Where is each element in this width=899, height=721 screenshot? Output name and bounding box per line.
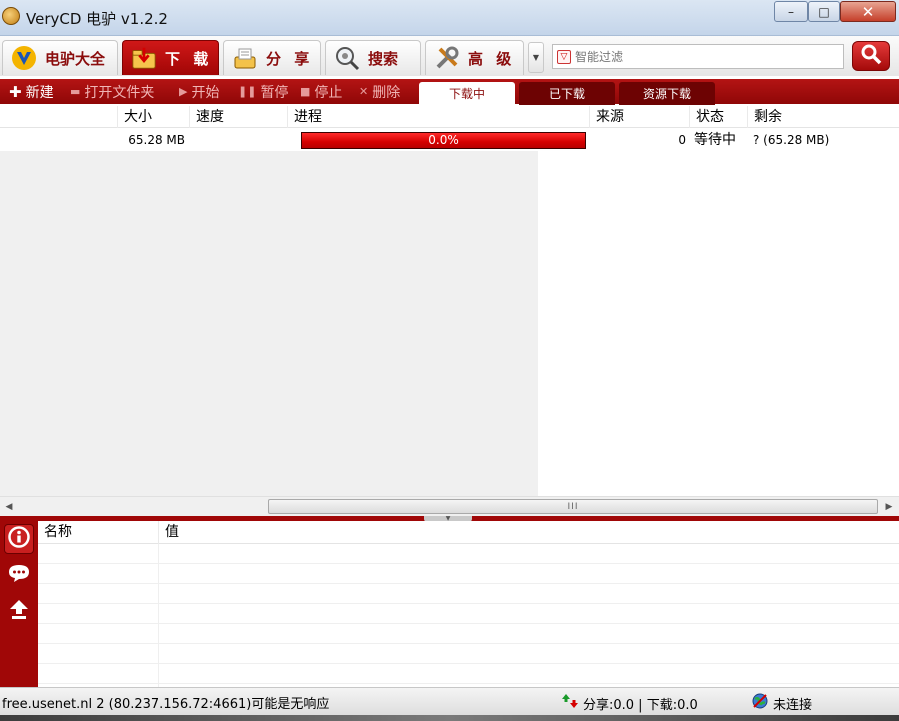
- column-header-status[interactable]: 状态: [690, 106, 748, 128]
- tab-download[interactable]: 下 载: [122, 40, 219, 75]
- progress-text: 0.0%: [428, 133, 459, 147]
- close-button[interactable]: ✕: [840, 1, 896, 22]
- subtab-downloaded[interactable]: 已下载: [519, 82, 615, 105]
- folder-icon: ▬: [70, 85, 81, 98]
- plus-icon: ✚: [9, 82, 22, 101]
- horizontal-scrollbar[interactable]: ◀ III ▶: [0, 496, 899, 516]
- download-list-empty-area: [0, 151, 538, 496]
- column-header-remaining[interactable]: 剩余: [748, 106, 899, 128]
- column-divider: [158, 544, 159, 687]
- download-table-header: 大小 速度 进程 来源 状态 剩余: [0, 106, 899, 128]
- maximize-button[interactable]: □: [808, 1, 840, 22]
- row-speed: [190, 129, 288, 151]
- window-bottom-edge: [0, 715, 899, 721]
- scroll-right-arrow-icon[interactable]: ▶: [880, 499, 898, 515]
- server-status-text: free.usenet.nl 2 (80.237.156.72:4661)可能是…: [2, 697, 330, 712]
- close-icon: ✕: [359, 85, 369, 98]
- app-icon: [2, 7, 20, 25]
- upload-icon: [8, 598, 30, 624]
- start-button[interactable]: ▶ 开始: [179, 82, 219, 101]
- subtab-downloading[interactable]: 下载中: [419, 82, 515, 105]
- delete-button[interactable]: ✕ 删除: [359, 82, 400, 101]
- progress-bar: 0.0%: [301, 132, 586, 149]
- transfer-rate-status: 分享:0.0 | 下载:0.0: [562, 693, 698, 713]
- tab-label: 电驴大全: [45, 49, 106, 68]
- download-toolbar: ✚ 新建 ▬ 打开文件夹 ▶ 开始 ❚❚ 暂停 ■ 停止 ✕ 删除 下载中 已下载 资源下载: [0, 79, 899, 105]
- play-icon: ▶: [179, 85, 188, 98]
- download-folder-icon: [131, 45, 157, 71]
- share-icon: [232, 45, 258, 71]
- comments-button[interactable]: [4, 560, 34, 590]
- subtab-resource-download[interactable]: 资源下载: [619, 82, 715, 105]
- detail-sidebar: [0, 521, 38, 687]
- open-folder-button[interactable]: ▬ 打开文件夹: [70, 82, 154, 101]
- chat-icon: [7, 562, 31, 588]
- filter-icon: ▽: [557, 49, 571, 64]
- scrollbar-thumb[interactable]: III: [268, 499, 878, 514]
- row-size: 65.28 MB: [128, 133, 185, 147]
- tab-label: 高 级: [468, 49, 516, 68]
- up-down-arrows-icon: [562, 693, 578, 713]
- tab-dropdown-button[interactable]: ▼: [528, 42, 544, 73]
- info-button[interactable]: [4, 524, 34, 554]
- column-header-progress[interactable]: 进程: [288, 106, 590, 128]
- column-header-sources[interactable]: 来源: [590, 106, 690, 128]
- stop-icon: ■: [300, 85, 311, 98]
- tab-verycd-library[interactable]: 电驴大全: [2, 40, 118, 75]
- scroll-left-arrow-icon[interactable]: ◀: [0, 499, 18, 515]
- table-row[interactable]: 65.28 MB 0.0% 0 等待中 ? (65.28 MB): [0, 129, 899, 151]
- share-download-rate: 分享:0.0 | 下载:0.0: [583, 697, 698, 713]
- column-header-name[interactable]: [0, 106, 118, 128]
- status-bar: free.usenet.nl 2 (80.237.156.72:4661)可能是…: [0, 687, 899, 715]
- column-header-name[interactable]: 名称: [38, 521, 159, 544]
- info-icon: [8, 526, 30, 552]
- smart-filter-box[interactable]: ▽: [552, 44, 844, 69]
- row-remaining: ? (65.28 MB): [753, 133, 830, 147]
- title-bar: VeryCD 电驴 v1.2.2 – □ ✕: [0, 0, 899, 36]
- row-sources: 0: [678, 133, 686, 147]
- tab-share[interactable]: 分 享: [223, 40, 321, 75]
- connection-status-text: 未连接: [773, 697, 813, 713]
- upload-button[interactable]: [4, 596, 34, 626]
- search-magnifier-icon: [334, 45, 360, 71]
- column-header-speed[interactable]: 速度: [190, 106, 288, 128]
- smart-filter-input[interactable]: [575, 49, 835, 64]
- tab-label: 分 享: [266, 49, 314, 68]
- pause-button[interactable]: ❚❚ 暂停: [238, 82, 288, 101]
- verycd-logo-icon: [11, 45, 37, 71]
- minimize-button[interactable]: –: [774, 1, 808, 22]
- new-task-button[interactable]: ✚ 新建: [9, 82, 54, 101]
- pause-icon: ❚❚: [238, 85, 257, 98]
- window-title: VeryCD 电驴 v1.2.2: [26, 10, 168, 28]
- search-icon: [860, 43, 882, 69]
- connection-status: 未连接: [752, 693, 812, 713]
- info-table-body: [38, 544, 899, 687]
- tab-label: 下 载: [165, 49, 213, 68]
- search-button[interactable]: [852, 41, 890, 71]
- tab-search[interactable]: 搜索: [325, 40, 421, 75]
- main-tab-bar: 电驴大全 下 载 分 享 搜索 高 级 ▼ ▽: [0, 36, 899, 76]
- info-table-header: 名称 值: [38, 521, 899, 544]
- row-status: 等待中: [694, 132, 736, 148]
- tab-label: 搜索: [368, 49, 399, 68]
- stop-button[interactable]: ■ 停止: [300, 82, 342, 101]
- globe-icon: [752, 693, 768, 713]
- column-header-value[interactable]: 值: [159, 521, 899, 544]
- chevron-down-icon: ▼: [532, 53, 540, 62]
- tools-icon: [434, 45, 460, 71]
- column-header-size[interactable]: 大小: [118, 106, 190, 128]
- tab-advanced[interactable]: 高 级: [425, 40, 524, 75]
